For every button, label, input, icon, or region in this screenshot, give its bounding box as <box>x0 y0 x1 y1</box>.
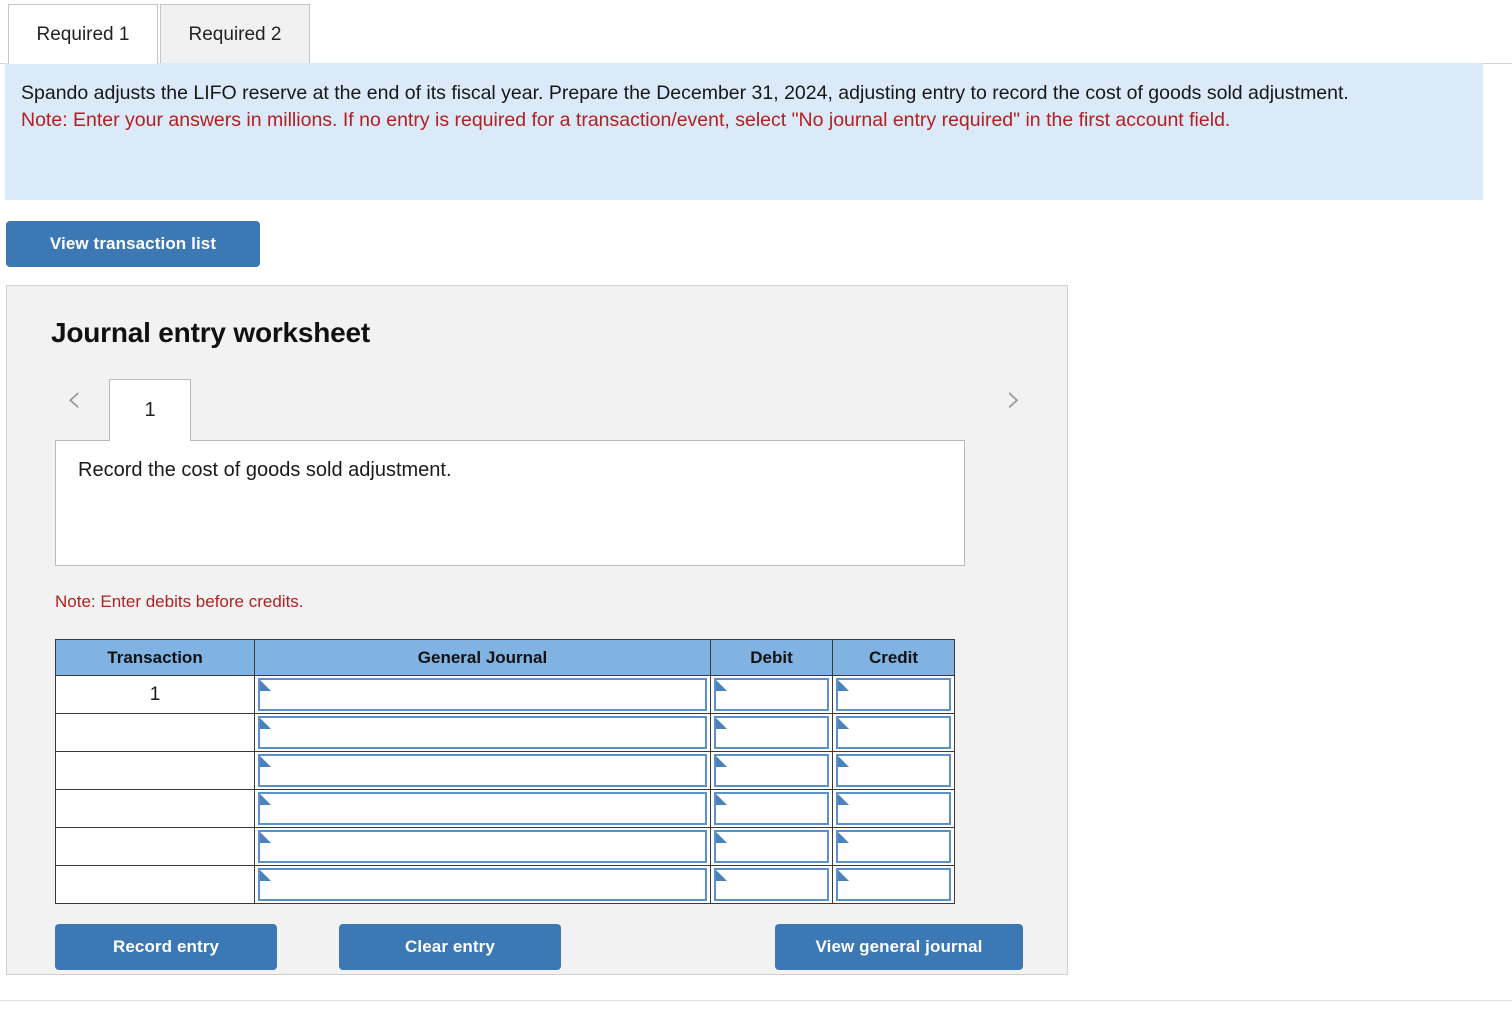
account-select-field[interactable] <box>258 868 707 901</box>
account-select-field-cell <box>254 789 711 828</box>
table-row <box>55 789 955 828</box>
account-select-field[interactable] <box>258 716 707 749</box>
transaction-number-cell <box>55 751 255 790</box>
worksheet-page-tab-1-label: 1 <box>144 399 156 421</box>
instructions-body: Spando adjusts the LIFO reserve at the e… <box>21 82 1349 104</box>
credit-input-field-cell <box>832 789 955 828</box>
instructions-note: Note: Enter your answers in millions. If… <box>21 108 1231 131</box>
journal-entry-worksheet-panel: Journal entry worksheet ‹ › 1 Record the… <box>6 285 1068 975</box>
tab-required-1[interactable]: Required 1 <box>8 4 158 64</box>
table-row <box>55 865 955 904</box>
account-select-field-cell <box>254 865 711 904</box>
account-select-field[interactable] <box>258 830 707 863</box>
credit-input-field[interactable] <box>836 754 951 787</box>
worksheet-title: Journal entry worksheet <box>51 317 371 348</box>
debit-input-field-cell <box>710 675 833 714</box>
debits-before-credits-note: Note: Enter debits before credits. <box>55 592 304 611</box>
debit-input-field-cell <box>710 713 833 752</box>
tab-strip: Required 1 Required 2 <box>0 0 1512 64</box>
credit-input-field[interactable] <box>836 678 951 711</box>
account-select-field-cell <box>254 751 711 790</box>
table-row <box>55 827 955 866</box>
account-select-field[interactable] <box>258 792 707 825</box>
debit-input-field[interactable] <box>714 792 829 825</box>
view-general-journal-button[interactable]: View general journal <box>775 924 1023 970</box>
debit-input-field[interactable] <box>714 830 829 863</box>
column-header-general-journal: General Journal <box>254 639 711 676</box>
account-select-field[interactable] <box>258 754 707 787</box>
chevron-right-icon[interactable]: › <box>997 379 1031 422</box>
credit-input-field[interactable] <box>836 792 951 825</box>
transaction-number-cell: 1 <box>55 675 255 714</box>
debit-input-field-cell <box>710 865 833 904</box>
column-header-credit: Credit <box>832 639 955 676</box>
journal-entry-table: Transaction General Journal Debit Credit… <box>55 639 955 904</box>
account-select-field[interactable] <box>258 678 707 711</box>
account-select-field-cell <box>254 675 711 714</box>
debit-input-field[interactable] <box>714 716 829 749</box>
chevron-left-icon[interactable]: ‹ <box>57 379 91 422</box>
debit-input-field[interactable] <box>714 868 829 901</box>
account-select-field-cell <box>254 713 711 752</box>
transaction-number-cell <box>55 789 255 828</box>
credit-input-field-cell <box>832 675 955 714</box>
account-select-field-cell <box>254 827 711 866</box>
credit-input-field-cell <box>832 713 955 752</box>
table-row <box>55 713 955 752</box>
debit-input-field[interactable] <box>714 754 829 787</box>
tab-required-1-label: Required 1 <box>36 23 130 45</box>
column-header-transaction: Transaction <box>55 639 255 676</box>
credit-input-field[interactable] <box>836 830 951 863</box>
clear-entry-button[interactable]: Clear entry <box>339 924 561 970</box>
tab-required-2-label: Required 2 <box>188 23 282 45</box>
tab-required-2[interactable]: Required 2 <box>160 4 310 64</box>
transaction-description-text: Record the cost of goods sold adjustment… <box>78 459 452 481</box>
credit-input-field-cell <box>832 827 955 866</box>
instructions-panel: Spando adjusts the LIFO reserve at the e… <box>5 63 1483 200</box>
transaction-number-cell <box>55 713 255 752</box>
debit-input-field-cell <box>710 751 833 790</box>
credit-input-field[interactable] <box>836 716 951 749</box>
table-header-row: Transaction General Journal Debit Credit <box>55 639 955 676</box>
credit-input-field-cell <box>832 865 955 904</box>
transaction-description-box: Record the cost of goods sold adjustment… <box>55 440 965 566</box>
table-row <box>55 751 955 790</box>
view-transaction-list-button[interactable]: View transaction list <box>6 221 260 267</box>
transaction-number-cell <box>55 865 255 904</box>
column-header-debit: Debit <box>710 639 833 676</box>
journal-entry-table-body: 1 <box>55 675 955 904</box>
credit-input-field-cell <box>832 751 955 790</box>
record-entry-button[interactable]: Record entry <box>55 924 277 970</box>
worksheet-page-tab-1[interactable]: 1 <box>109 379 191 441</box>
page-bottom-divider <box>0 1000 1512 1001</box>
debit-input-field-cell <box>710 789 833 828</box>
table-row: 1 <box>55 675 955 714</box>
debit-input-field-cell <box>710 827 833 866</box>
transaction-number-cell <box>55 827 255 866</box>
credit-input-field[interactable] <box>836 868 951 901</box>
debit-input-field[interactable] <box>714 678 829 711</box>
